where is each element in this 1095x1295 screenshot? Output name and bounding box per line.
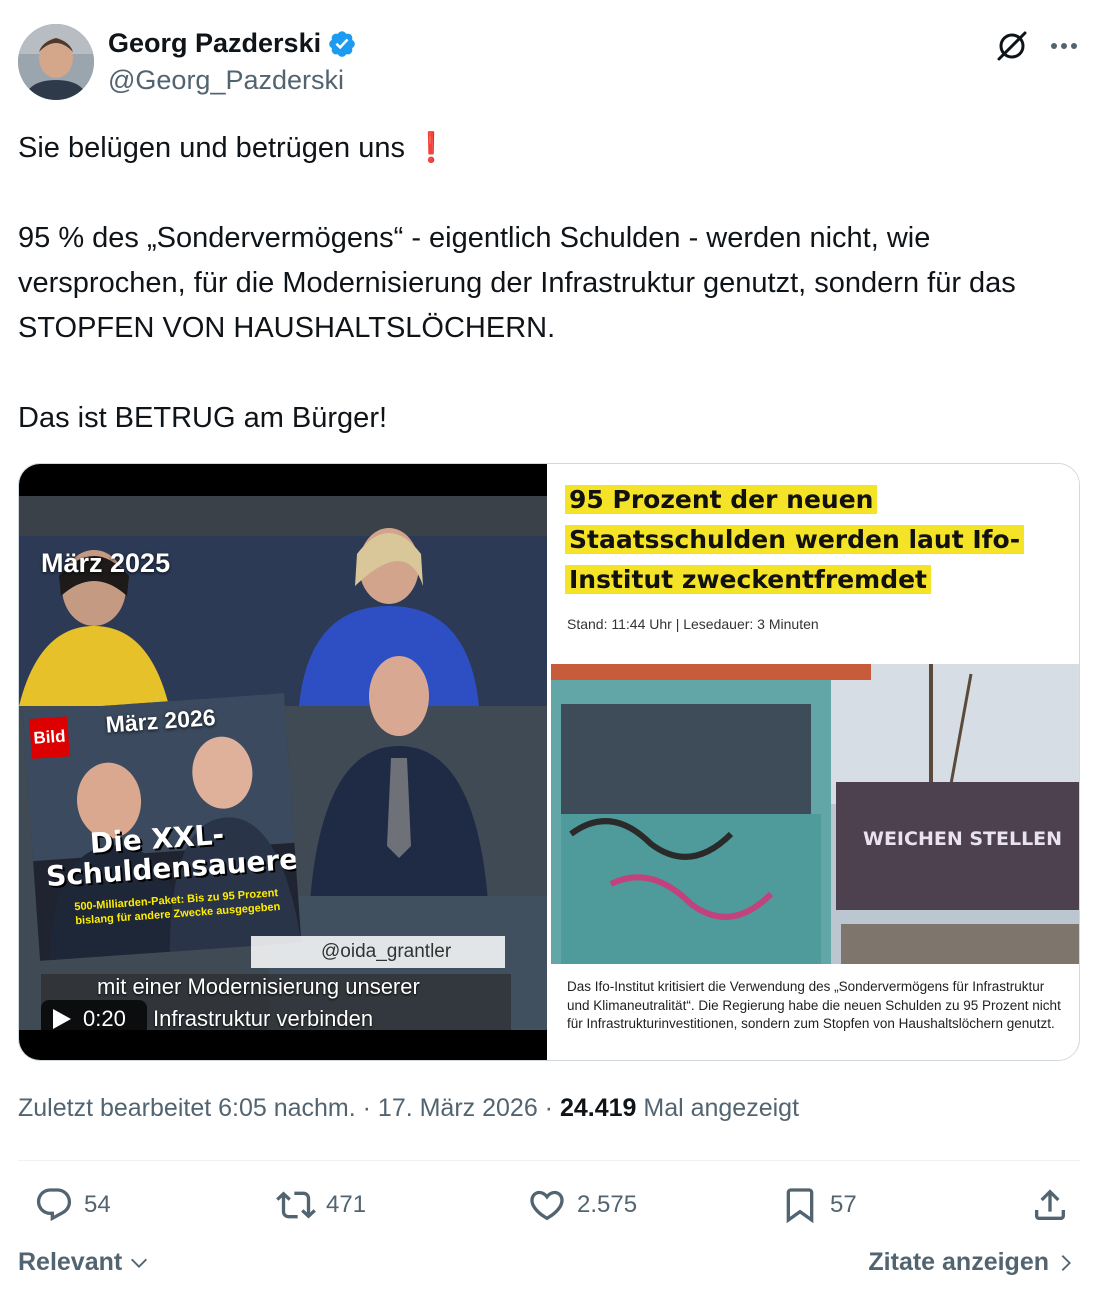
sort-dropdown[interactable]: Relevant: [18, 1248, 150, 1277]
chevron-right-icon: [1061, 1254, 1071, 1271]
tweet-line-1-text: Sie belügen und betrügen uns: [18, 132, 414, 164]
grok-icon[interactable]: [994, 28, 1030, 64]
avatar[interactable]: [18, 24, 94, 100]
chevron-down-icon: [131, 1258, 148, 1268]
article-headline: 95 Prozent der neuen Staatsschulden werd…: [565, 480, 1065, 600]
video-player[interactable]: März 2025 Bild März 2026 Die XXL- Schuld…: [19, 464, 547, 1060]
play-button[interactable]: 0:20: [41, 1000, 147, 1038]
tweet-line-1: Sie belügen und betrügen uns ❗: [18, 126, 1078, 171]
date-label-2025: März 2025: [41, 548, 171, 578]
more-horizontal-icon[interactable]: [1046, 28, 1082, 64]
share-button[interactable]: [1030, 1180, 1070, 1230]
divider: [18, 1160, 1080, 1161]
heart-icon: [530, 1190, 564, 1221]
video-duration: 0:20: [83, 1006, 126, 1031]
bookmark-icon: [786, 1188, 814, 1224]
like-button[interactable]: 2.575: [527, 1180, 637, 1230]
repost-icon: [276, 1191, 316, 1219]
bookmark-button[interactable]: 57: [780, 1180, 857, 1230]
tweet-paragraph-2: 95 % des „Sondervermögens“ - eigentlich …: [18, 222, 1024, 344]
like-count: 2.575: [577, 1191, 638, 1218]
article-headline-line-3: Institut zweckentfremdet: [565, 565, 931, 594]
subtitle-line-2: Infrastruktur verbinden: [153, 1006, 374, 1030]
reply-button[interactable]: 54: [34, 1180, 111, 1230]
tweet-meta: Zuletzt bearbeitet 6:05 nachm. · 17. Mär…: [18, 1094, 799, 1123]
video-frame[interactable]: März 2025 Bild März 2026 Die XXL- Schuld…: [19, 496, 547, 1030]
bild-inset: Bild März 2026 Die XXL- Schuldensauerei …: [22, 693, 302, 961]
tweet-header: Georg Pazderski @Georg_Pazderski: [18, 24, 1080, 102]
tweet-text: Sie belügen und betrügen uns ❗ 95 % des …: [18, 126, 1078, 441]
article-image[interactable]: 95 Prozent der neuen Staatsschulden werd…: [547, 464, 1079, 1060]
play-icon: [53, 1009, 71, 1029]
article-photo: WEICHEN STELLEN: [551, 664, 1079, 964]
reply-count: 54: [84, 1191, 111, 1218]
subtitle-line-1: mit einer Modernisierung unserer: [97, 974, 420, 999]
article-caption: Das Ifo-Institut kritisiert die Verwendu…: [567, 979, 1061, 1031]
share-icon: [1035, 1189, 1065, 1220]
author-handle[interactable]: @Georg_Pazderski: [108, 65, 357, 96]
article-meta: Stand: 11:44 Uhr | Lesedauer: 3 Minuten: [567, 616, 819, 632]
exclamation-emoji: ❗: [413, 132, 450, 164]
article-headline-line-1: 95 Prozent der neuen: [565, 485, 878, 514]
show-quotes-link[interactable]: Zitate anzeigen: [868, 1248, 1077, 1277]
repost-button[interactable]: 471: [276, 1180, 366, 1230]
quotes-label: Zitate anzeigen: [868, 1248, 1049, 1276]
avatar-photo: [18, 24, 94, 100]
article-photo-scene: [551, 664, 1079, 964]
bild-logo: Bild: [29, 716, 70, 759]
view-count: 24.419: [559, 1094, 637, 1122]
views-label: Mal angezeigt: [636, 1094, 800, 1122]
bookmark-count: 57: [830, 1191, 857, 1218]
reply-icon: [36, 1188, 72, 1222]
article-headline-line-2: Staatsschulden werden laut Ifo-: [565, 525, 1025, 554]
media-grid: März 2025 Bild März 2026 Die XXL- Schuld…: [18, 463, 1080, 1061]
action-bar: 54 471 2.575 57: [18, 1180, 1080, 1230]
verified-badge-icon[interactable]: [327, 29, 357, 59]
watermark-handle: @oida_grantler: [251, 936, 505, 968]
repost-count: 471: [326, 1191, 367, 1218]
sort-label: Relevant: [18, 1248, 123, 1276]
sign-text: WEICHEN STELLEN: [863, 828, 1063, 850]
tweet-paragraph-3: Das ist BETRUG am Bürger!: [18, 402, 388, 434]
edited-timestamp[interactable]: Zuletzt bearbeitet 6:05 nachm. · 17. Mär…: [18, 1094, 560, 1122]
author-display-name[interactable]: Georg Pazderski: [108, 28, 321, 59]
